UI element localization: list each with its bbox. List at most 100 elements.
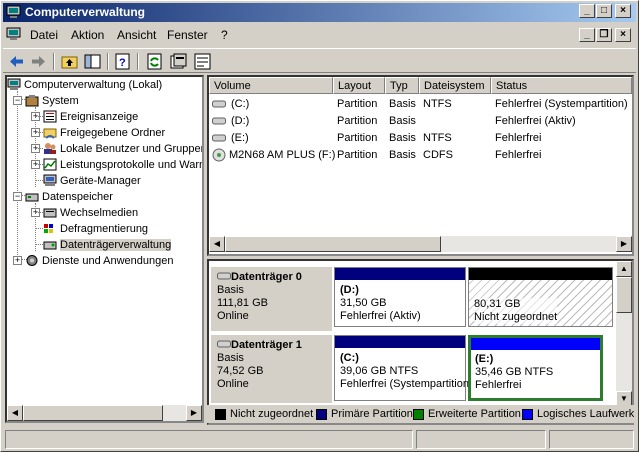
disk-management-icon (43, 241, 57, 250)
mdi-restore-button[interactable]: ❐ (596, 28, 612, 42)
partition-e[interactable]: (E:) 35,46 GB NTFS Fehlerfrei (468, 335, 603, 401)
event-viewer-icon (43, 110, 57, 123)
scroll-thumb[interactable] (225, 236, 441, 252)
tree-item-datenspeicher[interactable]: Datenspeicher (25, 189, 113, 205)
tree-item-lokale-benutzer[interactable]: Lokale Benutzer und Gruppen (43, 141, 202, 157)
menu-bar: Datei Aktion Ansicht Fenster ? (3, 24, 636, 46)
legend-swatch-unallocated (215, 409, 226, 420)
column-header-status[interactable]: Status (491, 77, 632, 94)
tree-item-ereignisanzeige[interactable]: Ereignisanzeige (43, 109, 138, 125)
performance-logs-icon (43, 158, 57, 171)
tree-item-wechselmedien[interactable]: Wechselmedien (43, 205, 138, 221)
defrag-icon (44, 224, 53, 233)
console-tree: Computerverwaltung (Lokal) − System + Er… (5, 75, 204, 423)
expand-datenspeicher[interactable]: − (13, 192, 22, 201)
legend-swatch-extended (413, 409, 424, 420)
menu-datei[interactable]: Datei (30, 28, 58, 42)
minimize-button[interactable]: _ (579, 4, 595, 18)
list-horizontal-scrollbar[interactable]: ◀ ▶ (209, 236, 632, 252)
refresh-icon[interactable] (145, 52, 164, 71)
window-title: Computerverwaltung (25, 5, 146, 19)
partition-color-bar (471, 338, 600, 350)
tree-item-dienste[interactable]: Dienste und Anwendungen (25, 253, 174, 269)
column-header-dateisystem[interactable]: Dateisystem (419, 77, 491, 94)
table-row[interactable]: (C:) Partition Basis NTFS Fehlerfrei (Sy… (209, 96, 632, 113)
mdi-minimize-button[interactable]: _ (579, 28, 595, 42)
scroll-right-button[interactable]: ▶ (186, 405, 202, 421)
legend-swatch-logical (522, 409, 533, 420)
tree-item-leistungsprotokolle[interactable]: Leistungsprotokolle und Warnungen (43, 157, 202, 173)
disk-0-label[interactable]: Datenträger 0 Basis 111,81 GB Online (211, 267, 332, 331)
main-window: Computerverwaltung _ □ × Datei Aktion An… (0, 0, 639, 452)
column-header-volume[interactable]: Volume (209, 77, 333, 94)
mdi-close-button[interactable]: × (615, 28, 631, 42)
tree-item-defragmentierung[interactable]: Defragmentierung (43, 221, 148, 237)
scroll-thumb[interactable] (616, 277, 632, 313)
status-bar (3, 429, 636, 450)
system-tools-icon (25, 95, 39, 107)
tree-item-system[interactable]: System (25, 93, 79, 109)
users-icon (44, 143, 56, 154)
up-folder-icon[interactable] (60, 52, 79, 71)
tree-item-geraete-manager[interactable]: Geräte-Manager (43, 173, 141, 189)
scroll-left-button[interactable]: ◀ (209, 236, 225, 252)
shared-folder-icon (43, 128, 57, 139)
show-tree-icon[interactable] (83, 52, 102, 71)
disk-1-label[interactable]: Datenträger 1 Basis 74,52 GB Online (211, 335, 332, 403)
back-arrow-icon[interactable] (7, 52, 26, 71)
column-header-layout[interactable]: Layout (333, 77, 385, 94)
disk-view-vertical-scrollbar[interactable]: ▲ ▼ (616, 261, 632, 407)
legend-label: Primäre Partition (331, 408, 413, 420)
toolbar: ? (3, 48, 636, 73)
tree-item-freigegebene-ordner[interactable]: Freigegebene Ordner (43, 125, 165, 141)
menu-fenster[interactable]: Fenster (167, 28, 208, 42)
scroll-left-button[interactable]: ◀ (7, 405, 23, 421)
device-manager-icon (43, 174, 57, 186)
help-icon[interactable]: ? (113, 52, 132, 71)
expand-dienste[interactable]: + (13, 256, 22, 265)
drive-icon (212, 100, 226, 108)
title-bar[interactable]: Computerverwaltung (3, 3, 636, 22)
storage-icon (25, 193, 39, 202)
maximize-button[interactable]: □ (596, 4, 612, 18)
partition-c[interactable]: (C:) 39,06 GB NTFS Fehlerfrei (Systemparti… (334, 335, 473, 401)
volume-list: Volume Layout Typ Dateisystem Status (C:… (207, 75, 634, 256)
partition-d[interactable]: (D:) 31,50 GB Fehlerfrei (Aktiv) (334, 267, 466, 327)
disk-graphical-view: Datenträger 0 Basis 111,81 GB Online (D:… (207, 259, 634, 425)
legend-label: Nicht zugeordnet (230, 408, 314, 420)
scroll-up-button[interactable]: ▲ (616, 261, 632, 277)
partition-color-bar (469, 268, 612, 280)
hard-disk-icon (217, 340, 231, 348)
tree-horizontal-scrollbar[interactable]: ◀ ▶ (7, 405, 202, 421)
scroll-thumb[interactable] (23, 405, 163, 421)
legend-swatch-primary (316, 409, 327, 420)
legend-label: Erweiterte Partition (428, 408, 521, 420)
scroll-right-button[interactable]: ▶ (616, 236, 632, 252)
removable-media-icon (43, 208, 57, 218)
settings-icon[interactable] (193, 52, 212, 71)
services-icon (26, 255, 38, 266)
partition-color-bar (335, 336, 465, 348)
menu-help[interactable]: ? (221, 28, 228, 42)
table-row[interactable]: (E:) Partition Basis NTFS Fehlerfrei (209, 130, 632, 147)
menu-ansicht[interactable]: Ansicht (117, 28, 156, 42)
properties-icon[interactable] (169, 52, 188, 71)
legend: Nicht zugeordnet Primäre Partition Erwei… (207, 405, 634, 423)
column-header-typ[interactable]: Typ (385, 77, 419, 94)
unallocated-space[interactable]: 80,31 GB Nicht zugeordnet (468, 267, 613, 327)
expand-system[interactable]: − (13, 96, 22, 105)
forward-arrow-icon[interactable] (29, 52, 48, 71)
tree-item-datentraegerverwaltung[interactable]: Datenträgerverwaltung (43, 237, 172, 253)
menu-aktion[interactable]: Aktion (71, 28, 104, 42)
svg-text:?: ? (119, 57, 126, 69)
computer-icon (7, 78, 21, 90)
cd-drive-icon (212, 148, 226, 162)
table-row[interactable]: (D:) Partition Basis Fehlerfrei (Aktiv) (209, 113, 632, 130)
hard-disk-icon (217, 272, 231, 280)
drive-icon (212, 134, 226, 142)
mmc-icon[interactable] (6, 27, 21, 41)
tree-item-root[interactable]: Computerverwaltung (Lokal) (7, 77, 162, 93)
close-button[interactable]: × (615, 4, 631, 18)
status-pane-3 (549, 430, 634, 449)
table-row[interactable]: M2N68 AM PLUS (F:) Partition Basis CDFS … (209, 147, 632, 164)
